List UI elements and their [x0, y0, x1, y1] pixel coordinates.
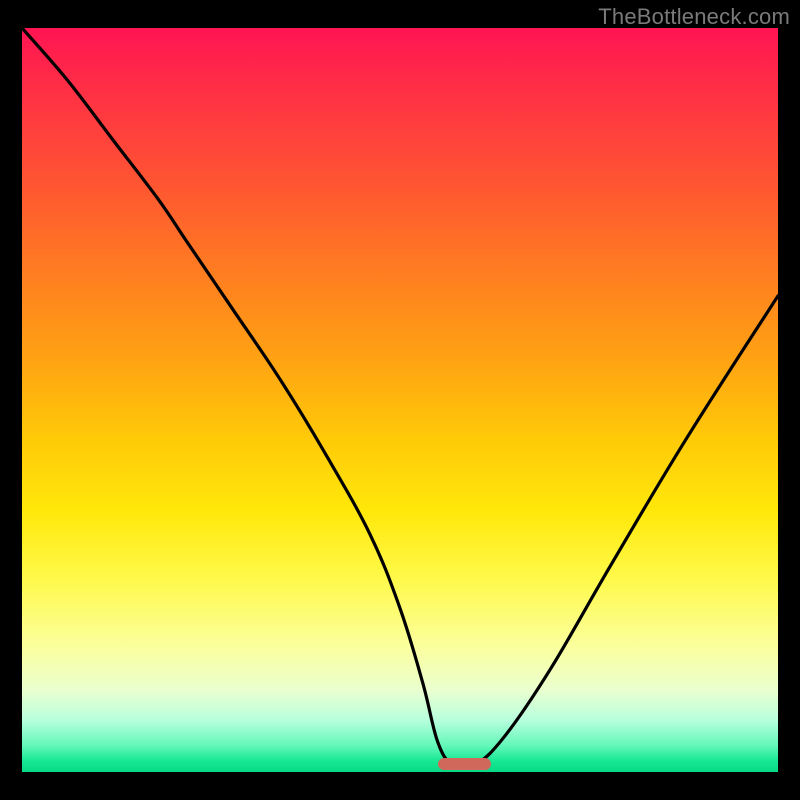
chart-frame: TheBottleneck.com	[0, 0, 800, 800]
watermark-text: TheBottleneck.com	[598, 4, 790, 30]
optimal-zone-marker	[438, 758, 491, 770]
bottleneck-curve	[22, 28, 778, 772]
plot-area	[22, 28, 778, 772]
